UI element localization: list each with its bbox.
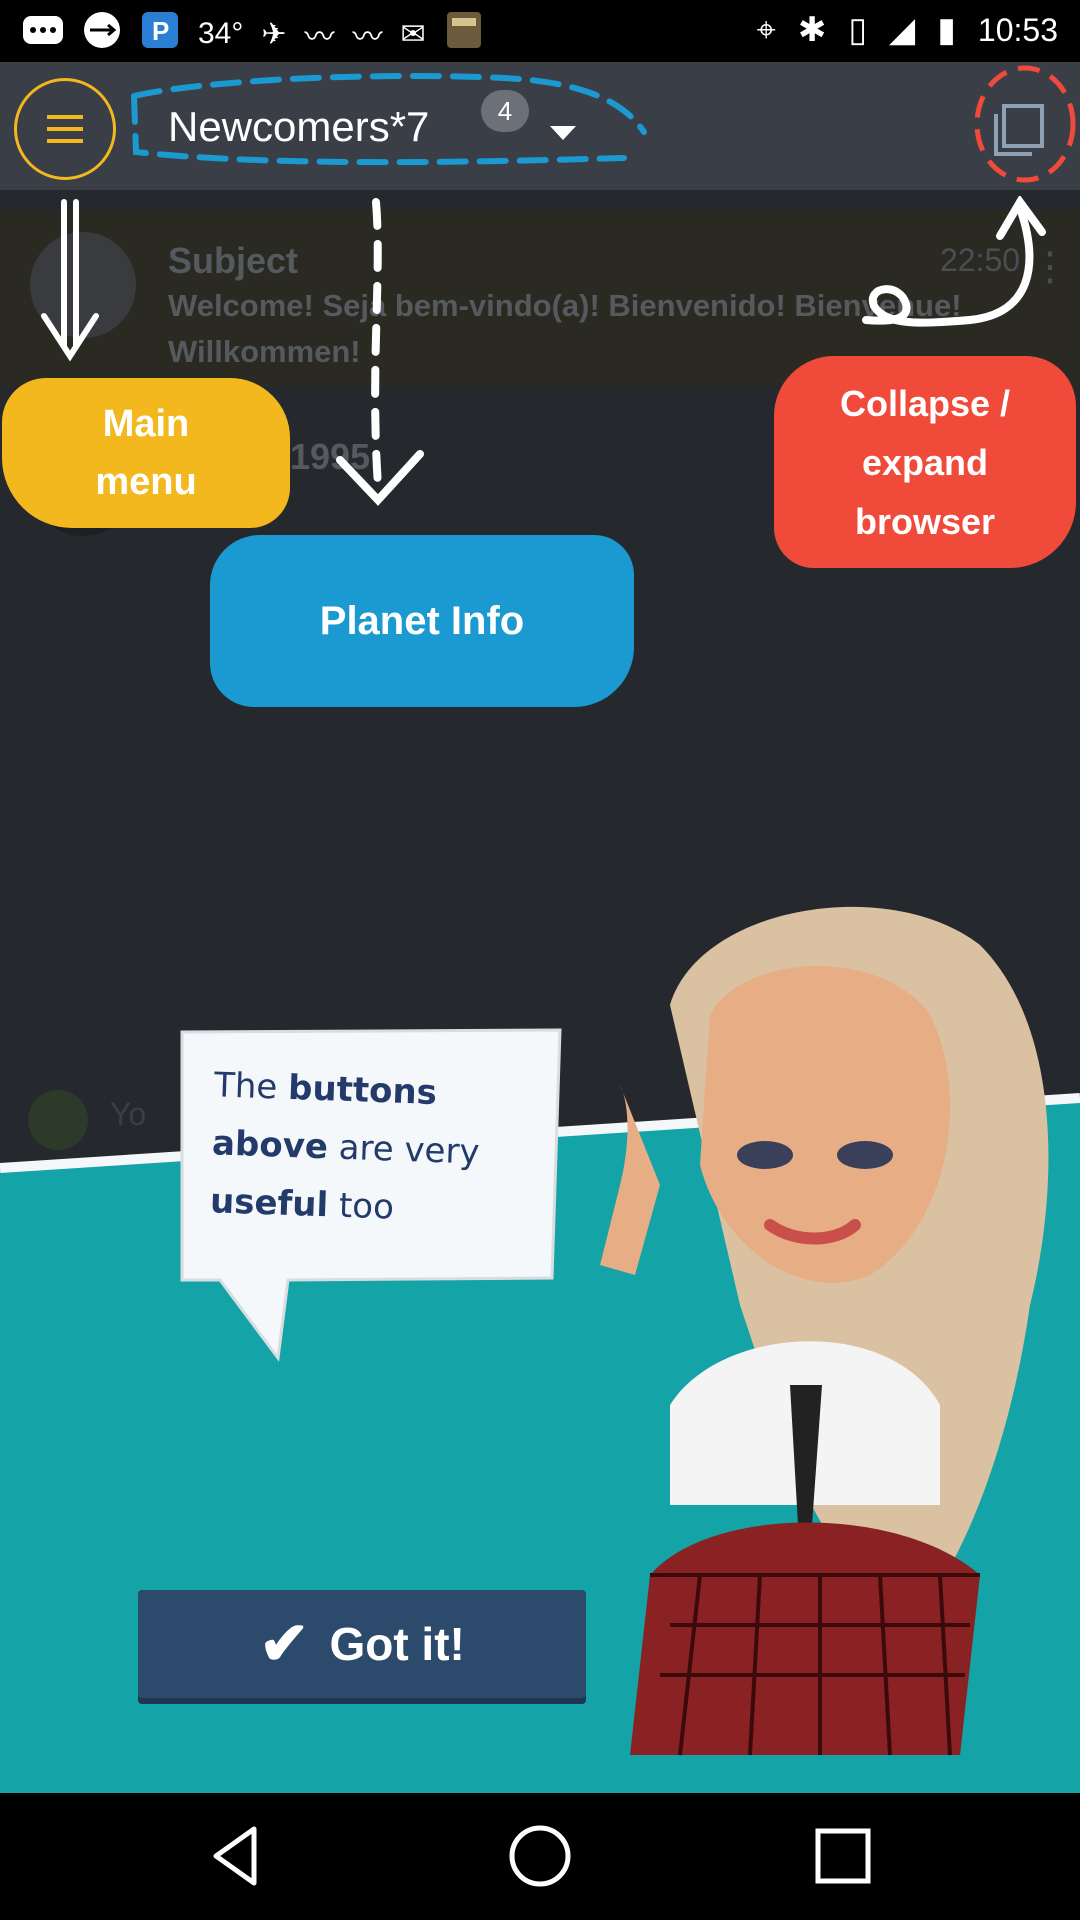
bible-app-icon: [444, 10, 484, 58]
rocket-icon: ✈: [261, 17, 287, 51]
collapse-browser-button[interactable]: [970, 64, 1076, 184]
room-count-badge: 4: [481, 90, 529, 132]
planet-info-callout: Planet Info: [210, 535, 634, 707]
main-menu-arrow: [41, 199, 99, 362]
app-bar: Newcomers*7 4: [0, 62, 1080, 190]
home-icon[interactable]: [505, 1821, 575, 1891]
collapse-browser-arrow: [862, 196, 1046, 327]
recent-apps-icon[interactable]: [808, 1821, 878, 1891]
main-menu-button[interactable]: [14, 78, 116, 180]
window-copy-icon: [994, 104, 1044, 156]
main-menu-callout: Main menu: [2, 378, 290, 528]
bluetooth-icon: ✱: [797, 11, 827, 49]
location-icon: ⌖: [756, 10, 776, 49]
collapse-browser-callout: Collapse / expand browser: [774, 356, 1076, 568]
speech-bubble-text: The buttons above are very useful too: [209, 1056, 545, 1241]
speech-line-3: useful too: [209, 1181, 395, 1228]
signal-icon: ◢: [889, 11, 916, 49]
status-bar: P 34° ✈ 〰 〰 ✉ ⌖ ✱ ▯ ◢ ▮ 10:53: [0, 0, 1080, 62]
battery-icon: ▮: [937, 11, 956, 49]
vibrate-icon: ▯: [848, 11, 868, 49]
message-subject: Subject: [168, 240, 299, 281]
app-p-icon: P: [140, 10, 180, 58]
hamburger-icon: [47, 115, 83, 143]
got-it-label: Got it!: [329, 1618, 465, 1670]
wave-icon: 〰: [304, 21, 335, 54]
check-icon: ✔: [259, 1610, 310, 1677]
badge-count-text: 4: [497, 95, 513, 126]
navigation-bar: [0, 1793, 1080, 1920]
svg-text:P: P: [152, 16, 169, 46]
usb-icon: [82, 10, 122, 58]
planet-info-arrow: [336, 198, 424, 506]
temperature-text: 34°: [198, 17, 244, 50]
message-preview-line1: Welcome! Seja bem-vindo(a)! Bienvenido! …: [168, 288, 962, 323]
gmail-icon: ✉: [400, 17, 426, 51]
room-dropdown-icon[interactable]: [550, 126, 576, 140]
got-it-button[interactable]: ✔ Got it!: [138, 1590, 586, 1698]
more-notifications-icon: [22, 15, 64, 53]
room-title: Newcomers*7: [168, 103, 430, 150]
room-selector[interactable]: Newcomers*7: [168, 92, 429, 162]
wave-icon-2: 〰: [352, 21, 383, 54]
back-icon[interactable]: [202, 1821, 272, 1891]
tutorial-character-illustration: [600, 906, 1049, 1756]
clock-text: 10:53: [977, 11, 1058, 48]
